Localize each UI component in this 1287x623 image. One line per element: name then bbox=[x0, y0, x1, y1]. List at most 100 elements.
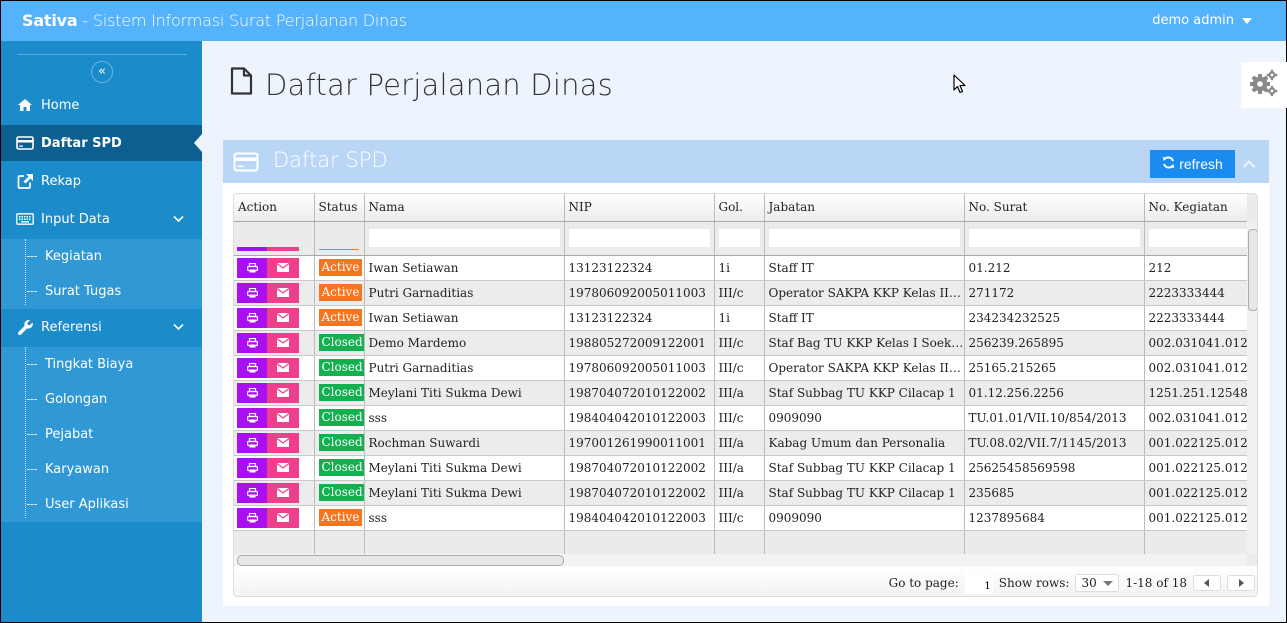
cell-nip: 197806092005011003 bbox=[564, 355, 715, 381]
mail-button[interactable] bbox=[267, 357, 299, 378]
sidebar-subitem-pejabat[interactable]: Pejabat bbox=[1, 417, 202, 452]
print-button[interactable] bbox=[237, 282, 267, 303]
print-button[interactable] bbox=[237, 407, 267, 428]
print-button[interactable] bbox=[237, 457, 267, 478]
cell-gol: 1i bbox=[714, 255, 765, 281]
table-row[interactable]: Active sss 198404042010122003 III/c 0909090 1… bbox=[234, 505, 1247, 531]
print-button[interactable] bbox=[237, 257, 267, 278]
cell-no-kegiatan: 001.022125.0122 bbox=[1144, 430, 1247, 456]
envelope-icon bbox=[277, 288, 289, 297]
print-icon bbox=[246, 412, 258, 423]
sidebar-item-referensi[interactable]: Referensi bbox=[1, 309, 202, 345]
chevron-up-icon[interactable] bbox=[1242, 154, 1256, 173]
horizontal-scrollbar[interactable] bbox=[234, 554, 1247, 566]
sidebar-subitem-user-aplikasi[interactable]: User Aplikasi bbox=[1, 487, 202, 522]
sidebar-subitem-tingkat-biaya[interactable]: Tingkat Biaya bbox=[1, 347, 202, 382]
goto-page-input[interactable] bbox=[964, 572, 993, 594]
vertical-scroll-thumb[interactable] bbox=[1248, 229, 1257, 311]
column-header-jabatan[interactable]: Jabatan bbox=[764, 194, 965, 222]
sidebar-subitem-kegiatan[interactable]: Kegiatan bbox=[1, 239, 202, 274]
table-row[interactable]: Active Iwan Setiawan 13123122324 1i Staff IT… bbox=[234, 255, 1247, 281]
horizontal-scroll-thumb[interactable] bbox=[237, 555, 564, 566]
filter-jabatan-input[interactable] bbox=[768, 229, 960, 247]
cell-no-surat: 235685 bbox=[964, 480, 1145, 506]
mail-button[interactable] bbox=[267, 332, 299, 353]
cell-jabatan: Staff IT bbox=[764, 305, 965, 331]
table-row[interactable]: Closed Rochman Suwardi 197001261990011001 I… bbox=[234, 430, 1247, 456]
print-icon bbox=[246, 362, 258, 373]
column-header-status[interactable]: Status bbox=[314, 194, 365, 222]
print-button[interactable] bbox=[237, 482, 267, 503]
gears-icon bbox=[1249, 69, 1279, 101]
filter-nip-cell bbox=[564, 221, 715, 256]
sidebar-item-input-data[interactable]: Input Data bbox=[1, 201, 202, 237]
keyboard-icon bbox=[15, 213, 35, 225]
action-cell bbox=[234, 280, 315, 306]
vertical-scrollbar[interactable] bbox=[1247, 221, 1257, 554]
sidebar-item-rekap[interactable]: Rekap bbox=[1, 163, 202, 199]
table-row[interactable]: Closed Meylani Titi Sukma Dewi 19870407201… bbox=[234, 480, 1247, 506]
refresh-button[interactable]: refresh bbox=[1150, 150, 1235, 178]
table-row[interactable]: Closed Meylani Titi Sukma Dewi 19870407201… bbox=[234, 455, 1247, 481]
goto-page-label: Go to page: bbox=[888, 576, 959, 590]
settings-button[interactable] bbox=[1241, 62, 1287, 108]
sidebar-item-label: Home bbox=[41, 97, 80, 113]
cell-no-surat: TU.08.02/VII.7/1145/2013 bbox=[964, 430, 1145, 456]
table-row[interactable]: Closed Meylani Titi Sukma Dewi 19870407201… bbox=[234, 380, 1247, 406]
file-icon bbox=[229, 67, 253, 102]
mail-button[interactable] bbox=[267, 307, 299, 328]
print-button[interactable] bbox=[237, 507, 267, 528]
column-header-action[interactable]: Action bbox=[234, 194, 315, 222]
credit-card-icon bbox=[15, 136, 35, 150]
table-row[interactable]: Active Iwan Setiawan 13123122324 1i Staff IT… bbox=[234, 305, 1247, 331]
print-button[interactable] bbox=[237, 332, 267, 353]
empty-cell bbox=[714, 530, 765, 554]
filter-no-surat-input[interactable] bbox=[968, 229, 1140, 247]
table-row[interactable]: Active Putri Garnaditias 19780609200501100… bbox=[234, 280, 1247, 306]
column-header-no-surat[interactable]: No. Surat bbox=[964, 194, 1145, 222]
user-menu[interactable]: demo admin bbox=[1152, 13, 1252, 28]
sidebar-item-home[interactable]: Home bbox=[1, 87, 202, 123]
mail-button[interactable] bbox=[267, 507, 299, 528]
table-row[interactable]: Closed sss 198404042010122003 III/c 0909090 T… bbox=[234, 405, 1247, 431]
filter-action-cell bbox=[234, 221, 315, 256]
print-button[interactable] bbox=[237, 432, 267, 453]
print-button[interactable] bbox=[237, 357, 267, 378]
mail-button[interactable] bbox=[267, 382, 299, 403]
sidebar-subitem-surat-tugas[interactable]: Surat Tugas bbox=[1, 274, 202, 309]
prev-page-button[interactable] bbox=[1193, 575, 1221, 591]
column-header-no-kegiatan[interactable]: No. Kegiatan bbox=[1144, 194, 1247, 222]
column-header-gol[interactable]: Gol. bbox=[714, 194, 765, 222]
mail-button[interactable] bbox=[267, 282, 299, 303]
status-cell: Closed bbox=[314, 430, 365, 456]
show-rows-select[interactable]: 30 bbox=[1075, 574, 1120, 592]
sidebar-item-daftar-spd[interactable]: Daftar SPD bbox=[1, 125, 202, 161]
filter-gol-input[interactable] bbox=[718, 229, 760, 247]
refresh-label: refresh bbox=[1179, 156, 1223, 172]
sidebar-subitem-golongan[interactable]: Golongan bbox=[1, 382, 202, 417]
print-button[interactable] bbox=[237, 382, 267, 403]
submenu-input-data: Kegiatan Surat Tugas bbox=[1, 239, 202, 309]
cell-no-surat: 01.12.256.2256 bbox=[964, 380, 1145, 406]
mail-button[interactable] bbox=[267, 482, 299, 503]
column-header-nama[interactable]: Nama bbox=[364, 194, 565, 222]
mail-button[interactable] bbox=[267, 432, 299, 453]
mail-button[interactable] bbox=[267, 407, 299, 428]
app-title[interactable]: Sativa - Sistem Informasi Surat Perjalan… bbox=[22, 11, 407, 30]
column-header-nip[interactable]: NIP bbox=[564, 194, 715, 222]
credit-card-icon bbox=[233, 152, 259, 176]
print-button[interactable] bbox=[237, 307, 267, 328]
next-page-button[interactable] bbox=[1227, 575, 1255, 591]
filter-no-kegiatan-input[interactable] bbox=[1148, 229, 1247, 247]
filter-nip-input[interactable] bbox=[568, 229, 710, 247]
filter-nama-input[interactable] bbox=[368, 229, 560, 247]
table-row[interactable]: Closed Putri Garnaditias 19780609200501100… bbox=[234, 355, 1247, 381]
mail-button[interactable] bbox=[267, 257, 299, 278]
status-cell: Closed bbox=[314, 355, 365, 381]
filter-no-surat-cell bbox=[964, 221, 1145, 256]
cell-nip: 13123122324 bbox=[564, 305, 715, 331]
table-row[interactable]: Closed Demo Mardemo 198805272009122001 III/… bbox=[234, 330, 1247, 356]
sidebar-collapse-button[interactable]: « bbox=[91, 61, 113, 83]
sidebar-subitem-karyawan[interactable]: Karyawan bbox=[1, 452, 202, 487]
mail-button[interactable] bbox=[267, 457, 299, 478]
